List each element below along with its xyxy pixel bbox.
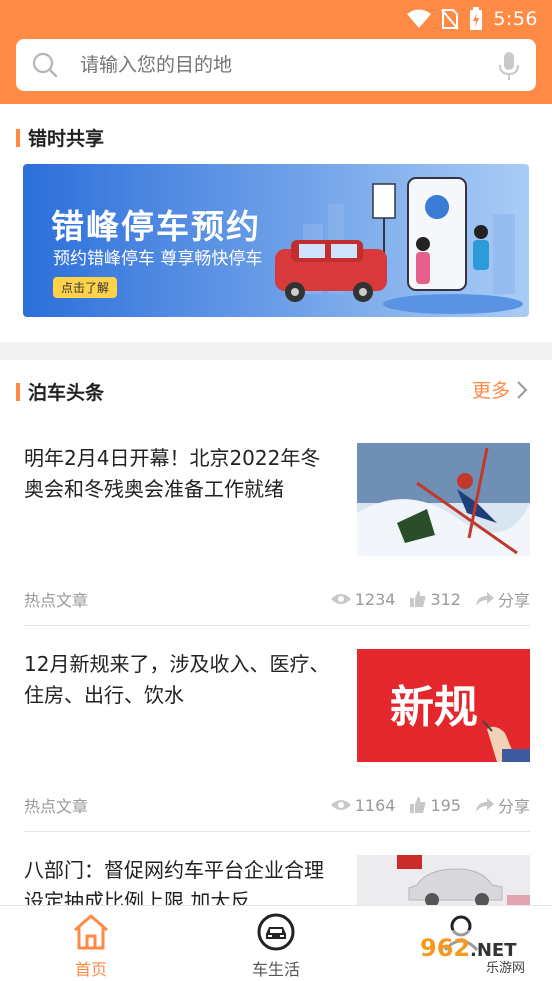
like-count[interactable]: 312 bbox=[409, 590, 461, 609]
tab-label: 首页 bbox=[74, 960, 107, 979]
microphone-icon[interactable] bbox=[498, 51, 520, 81]
car-photo-icon bbox=[357, 855, 530, 905]
svg-text:乐游网: 乐游网 bbox=[486, 961, 525, 976]
thumbs-up-icon bbox=[410, 797, 426, 813]
more-link[interactable]: 更多 bbox=[472, 376, 528, 403]
like-count[interactable]: 195 bbox=[409, 796, 461, 815]
article-item[interactable]: 八部门：督促网约车平台企业合理设定抽成比例上限 加大反 bbox=[24, 855, 530, 905]
battery-charging-icon bbox=[470, 7, 483, 30]
eye-icon bbox=[330, 594, 351, 604]
tab-car-life[interactable]: 车生活 bbox=[221, 912, 331, 980]
divider bbox=[24, 831, 530, 832]
watermark-logo: 962 .NET 乐游网 bbox=[406, 926, 546, 976]
view-count: 1164 bbox=[330, 796, 395, 815]
article-thumbnail bbox=[357, 443, 530, 556]
divider bbox=[24, 625, 530, 626]
banner-cta-button[interactable]: 点击了解 bbox=[53, 277, 118, 298]
section-accent-bar bbox=[16, 128, 20, 147]
section-title: 错时共享 bbox=[28, 128, 105, 150]
section-header: 错时共享 bbox=[16, 124, 104, 151]
more-label: 更多 bbox=[471, 380, 510, 402]
tab-label: 车生活 bbox=[251, 960, 300, 979]
svg-text:.NET: .NET bbox=[470, 940, 517, 961]
article-title: 明年2月4日开幕！北京2022年冬奥会和冬残奥会准备工作就绪 bbox=[24, 446, 321, 501]
search-input[interactable] bbox=[80, 39, 480, 91]
share-icon bbox=[475, 798, 494, 812]
section-header: 泊车头条 bbox=[16, 378, 104, 405]
header bbox=[0, 38, 552, 104]
section-title: 泊车头条 bbox=[28, 382, 105, 404]
section-accent-bar bbox=[16, 382, 20, 401]
shared-parking-section: 错时共享 错峰停车预约 预约错峰停车 尊享畅快停车 点击了解 bbox=[0, 104, 552, 342]
thumbs-up-icon bbox=[410, 591, 426, 607]
article-title: 12月新规来了，涉及收入、医疗、住房、出行、饮水 bbox=[24, 652, 330, 707]
no-sim-icon bbox=[441, 9, 460, 30]
tab-home[interactable]: 首页 bbox=[36, 912, 146, 980]
article-title: 八部门：督促网约车平台企业合理设定抽成比例上限 加大反 bbox=[24, 858, 324, 905]
skiing-photo-icon bbox=[357, 443, 530, 556]
promo-banner[interactable]: 错峰停车预约 预约错峰停车 尊享畅快停车 点击了解 bbox=[23, 164, 529, 317]
article-item[interactable]: 明年2月4日开幕！北京2022年冬奥会和冬残奥会准备工作就绪 热点文章 1234 bbox=[24, 443, 530, 613]
search-icon bbox=[32, 52, 58, 78]
search-bar[interactable] bbox=[16, 39, 536, 91]
status-bar: 5:56 bbox=[0, 0, 552, 38]
banner-headline: 错峰停车预约 bbox=[51, 207, 261, 246]
article-thumbnail bbox=[357, 855, 530, 905]
article-meta: 热点文章 1164 195 分享 bbox=[24, 793, 530, 817]
hand-pointer-icon bbox=[482, 720, 530, 762]
share-icon bbox=[475, 592, 494, 606]
view-count: 1234 bbox=[330, 590, 395, 609]
share-button[interactable]: 分享 bbox=[475, 587, 530, 611]
banner-subline: 预约错峰停车 尊享畅快停车 bbox=[53, 249, 263, 269]
status-time: 5:56 bbox=[493, 8, 538, 30]
wifi-icon bbox=[407, 9, 432, 28]
article-category: 热点文章 bbox=[24, 591, 89, 610]
home-icon bbox=[74, 914, 108, 950]
car-life-icon bbox=[257, 913, 295, 951]
article-meta: 热点文章 1234 312 分享 bbox=[24, 587, 530, 611]
svg-text:962: 962 bbox=[420, 934, 470, 962]
article-thumbnail: 新规 bbox=[357, 649, 530, 762]
share-button[interactable]: 分享 bbox=[475, 793, 530, 817]
chevron-right-icon bbox=[517, 380, 528, 399]
eye-icon bbox=[330, 800, 351, 810]
article-category: 热点文章 bbox=[24, 797, 89, 816]
parking-news-section: 泊车头条 更多 明年2月4日开幕！北京2022年冬奥会和冬残奥会准备工作就绪 热… bbox=[0, 360, 552, 905]
article-item[interactable]: 12月新规来了，涉及收入、医疗、住房、出行、饮水 新规 热点文章 1164 19… bbox=[24, 649, 530, 819]
